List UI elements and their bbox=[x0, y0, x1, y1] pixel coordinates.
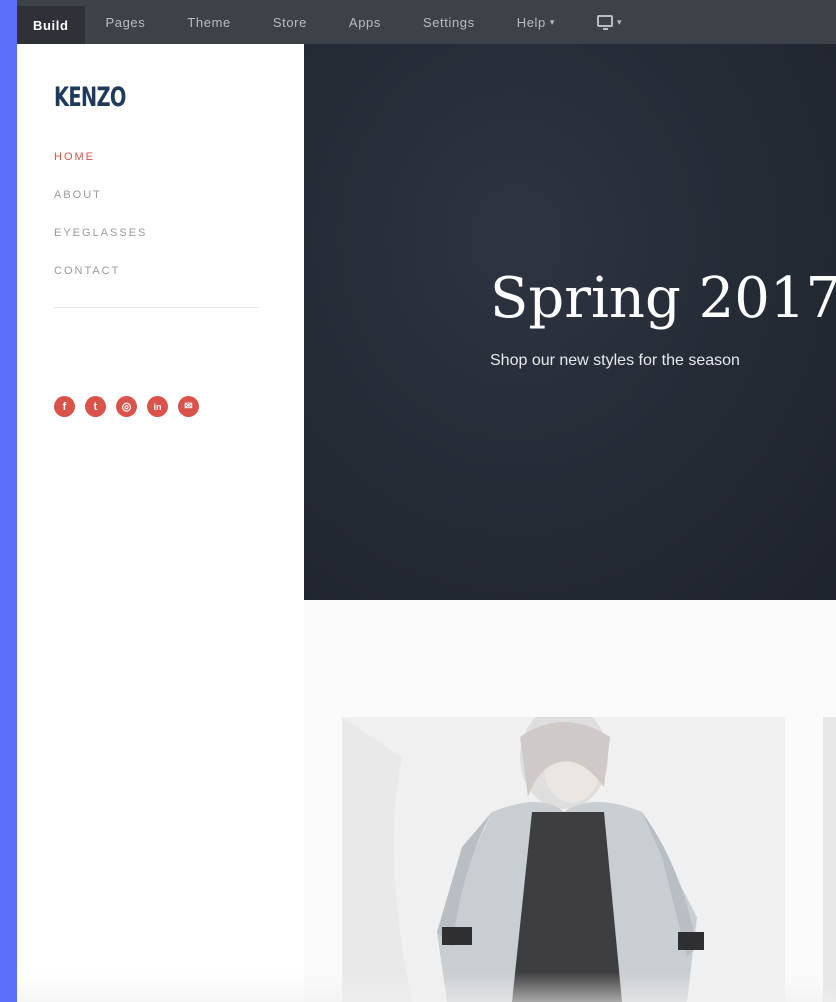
hero-banner[interactable]: Spring 2017 Shop our new styles for the … bbox=[304, 44, 836, 600]
tab-settings[interactable]: Settings bbox=[402, 0, 496, 44]
linkedin-icon[interactable]: in bbox=[147, 396, 168, 417]
nav-item-contact[interactable]: CONTACT bbox=[54, 263, 147, 301]
email-icon[interactable]: ✉ bbox=[178, 396, 199, 417]
page-canvas: KENZO HOME ABOUT EYEGLASSES CONTACT f t … bbox=[17, 44, 836, 1002]
bottom-fade bbox=[17, 972, 836, 1002]
site-logo[interactable]: KENZO bbox=[54, 82, 126, 113]
social-links: f t ◎ in ✉ bbox=[54, 396, 199, 417]
nav-item-about[interactable]: ABOUT bbox=[54, 187, 147, 225]
tab-theme[interactable]: Theme bbox=[166, 0, 251, 44]
hero-subtitle: Shop our new styles for the season bbox=[490, 352, 740, 369]
product-photo-next[interactable] bbox=[823, 717, 836, 1002]
tab-apps[interactable]: Apps bbox=[328, 0, 402, 44]
twitter-icon[interactable]: t bbox=[85, 396, 106, 417]
editor-left-strip bbox=[0, 0, 17, 1002]
monitor-icon bbox=[597, 15, 613, 30]
model-illustration bbox=[342, 717, 785, 1002]
product-photo[interactable] bbox=[342, 717, 785, 1002]
tab-help-label: Help bbox=[516, 14, 546, 30]
chevron-down-icon: ▾ bbox=[549, 16, 555, 27]
hero-title: Spring 2017 bbox=[490, 266, 836, 331]
device-preview-button[interactable]: ▾ bbox=[576, 0, 643, 44]
facebook-icon[interactable]: f bbox=[54, 396, 75, 417]
site-nav: HOME ABOUT EYEGLASSES CONTACT bbox=[54, 149, 147, 301]
tab-pages[interactable]: Pages bbox=[85, 0, 167, 44]
chevron-down-icon: ▾ bbox=[617, 16, 623, 27]
nav-item-eyeglasses[interactable]: EYEGLASSES bbox=[54, 225, 147, 263]
sidebar-divider bbox=[54, 307, 259, 308]
tab-store[interactable]: Store bbox=[252, 0, 328, 44]
nav-item-home[interactable]: HOME bbox=[54, 149, 147, 187]
tab-help[interactable]: Help ▾ bbox=[496, 0, 576, 44]
instagram-icon[interactable]: ◎ bbox=[116, 396, 137, 417]
tab-build[interactable]: Build bbox=[17, 6, 85, 44]
site-sidebar: KENZO HOME ABOUT EYEGLASSES CONTACT f t … bbox=[17, 44, 304, 1002]
editor-toolbar: Build Pages Theme Store Apps Settings He… bbox=[17, 0, 836, 44]
